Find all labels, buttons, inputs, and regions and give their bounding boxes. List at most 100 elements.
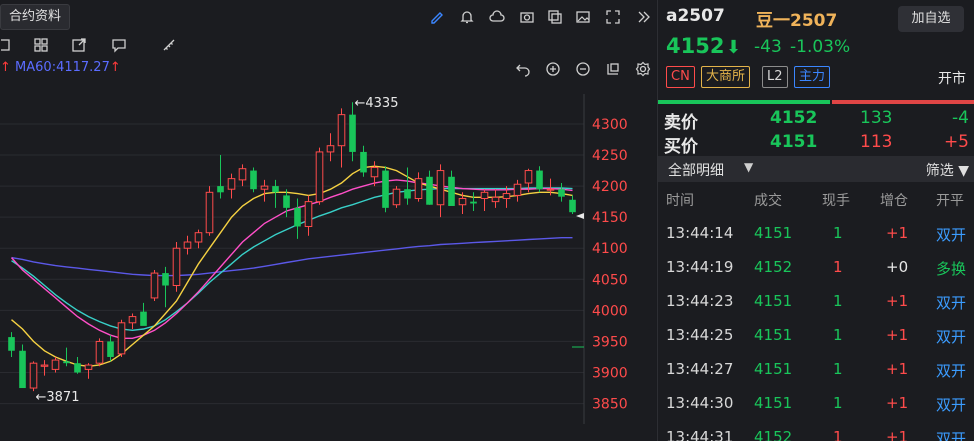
col-qty: 现手 bbox=[822, 193, 850, 209]
candle-body bbox=[19, 350, 26, 389]
tick-oi: +1 bbox=[886, 428, 909, 441]
candle-body bbox=[107, 341, 114, 357]
ask-delta: -4 bbox=[952, 108, 969, 128]
tick-price: 4151 bbox=[754, 224, 793, 242]
candle-body bbox=[162, 273, 169, 286]
bid-label: 买价 bbox=[664, 137, 698, 157]
low-annotation: ←3871 bbox=[36, 390, 80, 405]
tick-time: 13:44:19 bbox=[666, 258, 734, 276]
tick-price: 4151 bbox=[754, 394, 793, 412]
candle-body bbox=[183, 241, 192, 249]
candle-body bbox=[458, 198, 467, 206]
tick-kind: 双开 bbox=[936, 294, 967, 312]
candle-body bbox=[436, 170, 445, 206]
ma10-line bbox=[11, 165, 573, 368]
ask-label: 卖价 bbox=[664, 113, 698, 133]
y-tick-label: 4150 bbox=[592, 210, 628, 226]
candle-body bbox=[172, 247, 181, 287]
bid-delta: +5 bbox=[943, 132, 969, 152]
candle-body bbox=[51, 359, 60, 370]
contract-code: a2507 bbox=[666, 6, 725, 26]
tick-time: 13:44:31 bbox=[666, 428, 734, 441]
chevron-down-icon[interactable]: ▼ bbox=[744, 160, 753, 174]
tick-kind: 双开 bbox=[936, 362, 967, 380]
candle-body bbox=[227, 178, 236, 190]
ma20-line bbox=[10, 179, 573, 339]
candle-body bbox=[426, 176, 433, 205]
col-kind: 开平 bbox=[936, 193, 964, 209]
candle-body bbox=[272, 186, 279, 193]
tick-price: 4152 bbox=[754, 428, 793, 441]
tag-cn: CN bbox=[666, 66, 695, 88]
candle-body bbox=[414, 178, 423, 200]
col-price: 成交 bbox=[754, 193, 782, 209]
candle-body bbox=[558, 189, 565, 197]
col-time: 时间 bbox=[666, 193, 694, 209]
tick-row: 13:44:27 4151 1 +1 双开 bbox=[658, 352, 974, 386]
tick-oi: +1 bbox=[886, 394, 909, 412]
candle-body bbox=[128, 316, 137, 324]
chart-panel[interactable]: 合约资料 ↑ MA60:4117.27↑ 4300 4250 4200 4150… bbox=[0, 0, 656, 441]
price-change-pct: -1.03% bbox=[790, 37, 851, 57]
filter-button[interactable]: 筛选 ▼ bbox=[926, 160, 969, 180]
y-tick-label: 4050 bbox=[592, 272, 628, 288]
y-tick-label: 3900 bbox=[592, 366, 628, 382]
candle-body bbox=[448, 176, 455, 206]
y-tick-label: 4000 bbox=[592, 303, 628, 319]
candle-body bbox=[194, 232, 203, 243]
ask-volume: 133 bbox=[860, 108, 893, 128]
y-tick-label: 4300 bbox=[592, 117, 628, 133]
tick-price: 4151 bbox=[754, 360, 793, 378]
tick-row: 13:44:30 4151 1 +1 双开 bbox=[658, 386, 974, 420]
tick-qty: 1 bbox=[833, 326, 843, 344]
tick-qty: 1 bbox=[833, 394, 843, 412]
tick-kind: 双开 bbox=[936, 430, 967, 441]
all-details-dropdown[interactable]: 全部明细 bbox=[668, 160, 724, 180]
tick-row: 13:44:25 4151 1 +1 双开 bbox=[658, 318, 974, 352]
tick-oi: +1 bbox=[886, 292, 909, 310]
y-tick-label: 4100 bbox=[592, 241, 628, 257]
filter-icon: ▼ bbox=[953, 163, 969, 179]
tick-kind: 双开 bbox=[936, 328, 967, 346]
ma60-line bbox=[11, 236, 573, 277]
quote-panel: a2507 豆一2507 加自选 4152 ⬇ -43 -1.03% CN 大商… bbox=[657, 0, 974, 441]
candle-body bbox=[238, 168, 247, 181]
tag-l2[interactable]: L2 bbox=[762, 66, 788, 88]
bid-price: 4151 bbox=[770, 132, 818, 152]
tick-kind: 多换 bbox=[936, 260, 967, 278]
candle-body bbox=[74, 363, 81, 373]
candle-body bbox=[29, 362, 38, 389]
candle-body bbox=[84, 364, 93, 370]
last-price: 4152 bbox=[666, 34, 725, 58]
candle-body bbox=[117, 322, 126, 355]
candle-body bbox=[480, 191, 489, 200]
candle-body bbox=[315, 151, 324, 203]
candle-body bbox=[8, 337, 15, 351]
tick-price: 4151 bbox=[754, 292, 793, 310]
add-watchlist-button[interactable]: 加自选 bbox=[898, 6, 964, 32]
candle-body bbox=[337, 114, 346, 147]
candle-body bbox=[294, 207, 301, 227]
market-status: 开市 bbox=[938, 71, 966, 87]
tick-price: 4152 bbox=[754, 258, 793, 276]
tick-row: 13:44:19 4152 1 +0 多换 bbox=[658, 250, 974, 284]
down-arrow-icon: ⬇ bbox=[726, 37, 742, 58]
tick-oi: +0 bbox=[886, 258, 909, 276]
candle-body bbox=[150, 272, 159, 299]
bid-volume: 113 bbox=[860, 132, 893, 152]
candle-body bbox=[470, 201, 477, 204]
candle-body bbox=[250, 170, 257, 190]
tick-time: 13:44:25 bbox=[666, 326, 734, 344]
tick-time: 13:44:27 bbox=[666, 360, 734, 378]
candle-body bbox=[260, 185, 269, 190]
candle-body bbox=[502, 193, 511, 200]
candle-body bbox=[370, 166, 379, 178]
tick-qty: 1 bbox=[833, 360, 843, 378]
tick-oi: +1 bbox=[886, 360, 909, 378]
y-tick-label: 4200 bbox=[592, 179, 628, 195]
bid-row: 买价 4151 113 +5 bbox=[658, 132, 974, 157]
candlestick-chart[interactable]: 4300 4250 4200 4150 4100 4050 4000 3950 3900 3850… bbox=[0, 0, 656, 441]
y-tick-label: 3850 bbox=[592, 397, 628, 413]
candle-body bbox=[304, 201, 313, 227]
y-tick-label: 4250 bbox=[592, 148, 628, 164]
